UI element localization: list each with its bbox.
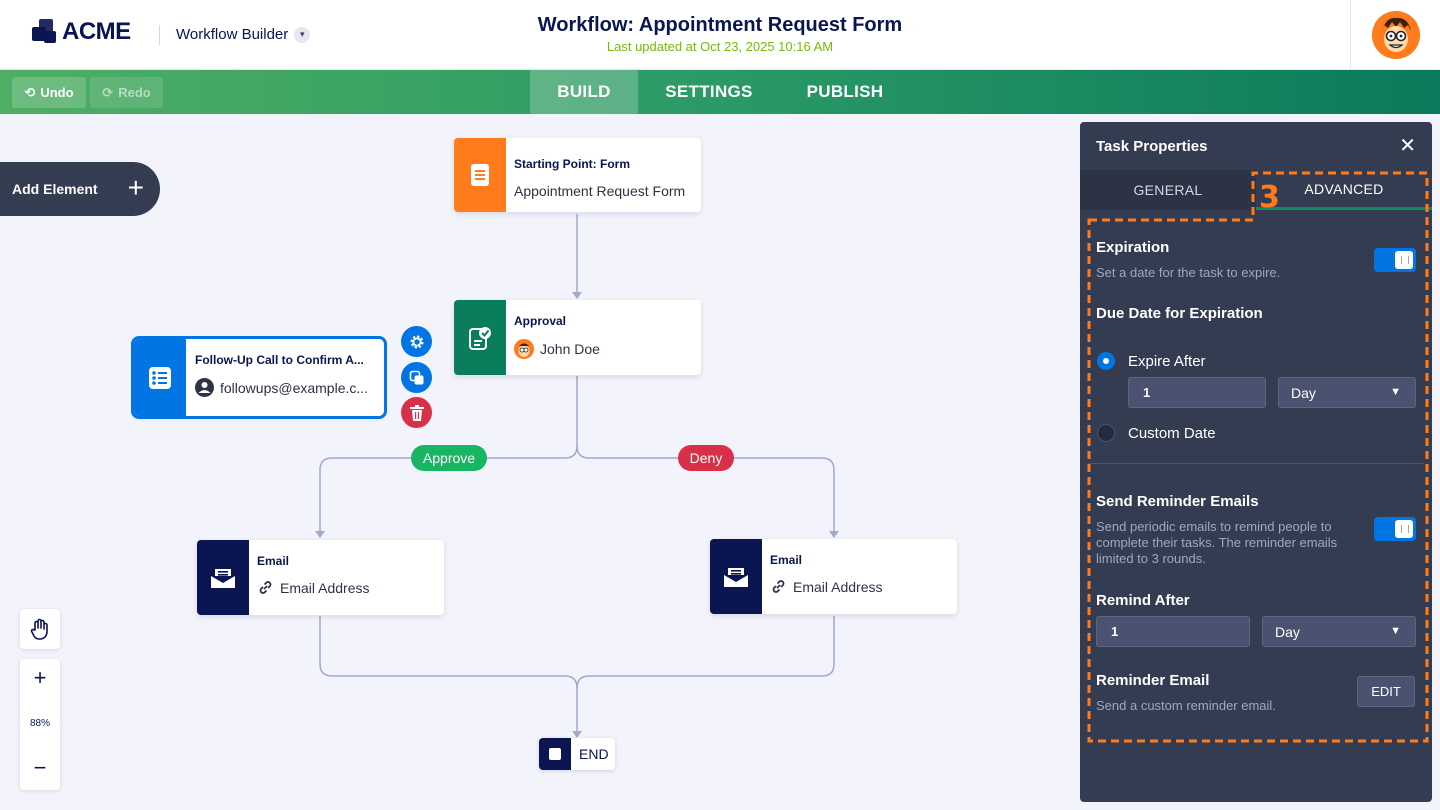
expiration-label: Expiration — [1096, 239, 1170, 256]
reminder-email-label: Reminder Email — [1096, 672, 1210, 689]
due-date-label: Due Date for Expiration — [1096, 305, 1263, 322]
chevron-down-icon: ▼ — [1390, 625, 1401, 637]
custom-date-label[interactable]: Custom Date — [1128, 425, 1216, 442]
remind-after-unit-value: Day — [1275, 624, 1300, 640]
chevron-down-icon: ▼ — [1390, 386, 1401, 398]
remind-after-unit-select[interactable]: Day ▼ — [1262, 616, 1416, 647]
expire-after-amount-input[interactable]: 1 — [1128, 377, 1266, 408]
reminder-email-description: Send a custom reminder email. — [1096, 698, 1276, 713]
custom-date-radio[interactable] — [1097, 424, 1115, 442]
remind-after-label: Remind After — [1096, 592, 1190, 609]
remind-after-amount-input[interactable]: 1 — [1096, 616, 1250, 647]
expire-after-unit-select[interactable]: Day ▼ — [1278, 377, 1416, 408]
edit-reminder-email-button[interactable]: EDIT — [1357, 676, 1415, 707]
reminders-label: Send Reminder Emails — [1096, 493, 1259, 510]
expire-after-radio[interactable] — [1097, 352, 1115, 370]
reminders-description: Send periodic emails to remind people to… — [1096, 519, 1338, 566]
expire-after-unit-value: Day — [1291, 385, 1316, 401]
section-divider — [1088, 463, 1424, 464]
reminders-toggle[interactable] — [1374, 517, 1416, 541]
expire-after-label[interactable]: Expire After — [1128, 353, 1206, 370]
expiration-toggle[interactable] — [1374, 248, 1416, 272]
expiration-description: Set a date for the task to expire. — [1096, 265, 1281, 280]
step-marker: 3 — [1259, 180, 1280, 215]
